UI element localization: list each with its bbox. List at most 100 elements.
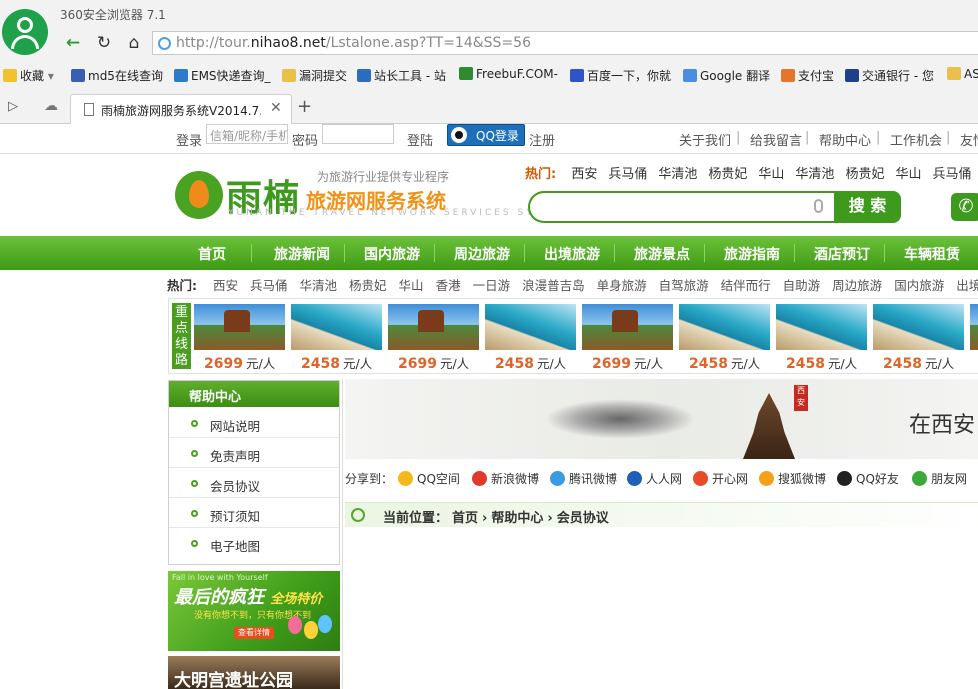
login-button[interactable]: 登陆 — [407, 130, 433, 149]
route-price[interactable]: 2699 元/人 — [398, 353, 469, 372]
user-avatar-icon[interactable] — [2, 9, 48, 55]
password-input[interactable] — [322, 124, 394, 144]
nav-travel-news[interactable]: 旅游新闻 — [274, 244, 330, 264]
hot-link[interactable]: 结伴而行 — [721, 278, 771, 293]
jobs-link[interactable]: 工作机会 — [890, 130, 942, 149]
hot-link[interactable]: 华清池 — [300, 278, 338, 293]
help-center-link[interactable]: 帮助中心 — [819, 130, 871, 149]
hot-link[interactable]: 西安 — [213, 278, 238, 293]
nav-outbound[interactable]: 出境旅游 — [544, 244, 600, 264]
sidebar-toggle-icon[interactable]: ▷ — [8, 99, 18, 114]
message-link[interactable]: 给我留言 — [750, 130, 802, 149]
hot-link[interactable]: 杨贵妃 — [349, 278, 387, 293]
help-item-disclaimer[interactable]: 免责声明 — [169, 438, 339, 468]
bookmark-item[interactable]: FreebuF.COM- — [459, 67, 558, 81]
nav-guide[interactable]: 旅游指南 — [724, 244, 780, 264]
bookmark-favorites[interactable]: 收藏 ▾ — [3, 67, 54, 84]
route-thumbnail[interactable] — [873, 304, 964, 350]
refresh-icon[interactable]: ↻ — [92, 31, 116, 55]
search-input[interactable] — [528, 191, 834, 223]
new-tab-plus-icon[interactable]: + — [297, 96, 312, 117]
hot-link[interactable]: 一日游 — [473, 278, 511, 293]
about-link[interactable]: 关于我们 — [679, 130, 731, 149]
hot-link[interactable]: 杨贵妃 — [845, 167, 884, 182]
help-item-site-info[interactable]: 网站说明 — [169, 408, 339, 438]
close-tab-icon[interactable]: ✕ — [270, 100, 282, 116]
promo-banner-sale[interactable]: Fall in love with Yourself 最后的疯狂 全场特价 没有… — [168, 571, 340, 651]
search-button[interactable]: 搜 索 — [834, 191, 901, 223]
promo-banner-daming-palace[interactable]: 大明宫遗址公园 — [168, 656, 340, 689]
route-price[interactable]: 2699 元/人 — [204, 353, 275, 372]
route-thumbnail[interactable] — [485, 304, 576, 350]
hot-link[interactable]: 西安 — [571, 167, 597, 182]
nav-nearby[interactable]: 周边旅游 — [454, 244, 510, 264]
help-item-booking-notes[interactable]: 预订须知 — [169, 498, 339, 528]
nav-car-rental[interactable]: 车辆租赁 — [904, 244, 960, 264]
hot-link[interactable]: 华山 — [399, 278, 424, 293]
home-icon[interactable]: ⌂ — [122, 31, 146, 55]
page-info-icon[interactable] — [158, 37, 171, 50]
breadcrumb-help[interactable]: 帮助中心 — [491, 511, 543, 526]
share-kaixin[interactable]: 开心网 — [693, 470, 748, 487]
route-thumbnail[interactable] — [194, 304, 285, 350]
hot-link[interactable]: 自助游 — [783, 278, 821, 293]
username-input[interactable]: 信箱/昵称/手机 — [206, 124, 288, 144]
help-item-map[interactable]: 电子地图 — [169, 528, 339, 558]
hot-link[interactable]: 华清池 — [658, 167, 697, 182]
browser-tab-active[interactable]: 雨楠旅游网服务系统V2014.7. ✕ — [70, 94, 292, 124]
hot-link[interactable]: 兵马俑 — [608, 167, 647, 182]
route-price[interactable]: 2699 元/人 — [592, 353, 663, 372]
route-thumbnail[interactable] — [582, 304, 673, 350]
route-thumbnail[interactable] — [291, 304, 382, 350]
route-price[interactable]: 2458 元/人 — [883, 353, 954, 372]
hot-link[interactable]: 国内旅游 — [894, 278, 944, 293]
route-thumbnail[interactable] — [776, 304, 867, 350]
hot-link[interactable]: 华山 — [758, 167, 784, 182]
bookmark-item[interactable]: 交通银行 - 您 — [845, 67, 934, 84]
bookmark-item[interactable]: Google 翻译 — [683, 67, 770, 84]
cloud-icon[interactable]: ☁ — [44, 98, 58, 114]
route-price[interactable]: 2458 元/人 — [786, 353, 857, 372]
share-renren[interactable]: 人人网 — [627, 470, 682, 487]
bookmark-item[interactable]: EMS快递查询_ — [174, 67, 271, 84]
logo-drop-icon[interactable] — [175, 171, 223, 219]
route-price[interactable]: 2458 元/人 — [689, 353, 760, 372]
hot-link[interactable]: 周边旅游 — [832, 278, 882, 293]
bookmark-item[interactable]: md5在线查询 — [71, 67, 163, 84]
route-price[interactable]: 2458 元/人 — [301, 353, 372, 372]
ad-detail-button[interactable]: 查看详情 — [234, 627, 274, 639]
xian-banner[interactable]: 西安 在西安 — [345, 379, 978, 459]
qq-login-button[interactable]: QQ登录 — [447, 124, 525, 146]
bookmark-item[interactable]: 漏洞提交 — [282, 67, 347, 84]
nav-hotel[interactable]: 酒店预订 — [814, 244, 870, 264]
hot-link[interactable]: 华清池 — [795, 167, 834, 182]
register-link[interactable]: 注册 — [529, 130, 555, 149]
hot-link[interactable]: 华山 — [895, 167, 921, 182]
microphone-icon[interactable] — [814, 199, 823, 213]
route-price[interactable]: 2458 元/人 — [495, 353, 566, 372]
address-url[interactable]: http://tour.nihao8.net/Lstalone.asp?TT=1… — [176, 35, 531, 51]
route-thumbnail[interactable] — [970, 304, 978, 350]
hot-link[interactable]: 兵马俑 — [932, 167, 971, 182]
help-item-member-agreement[interactable]: 会员协议 — [169, 468, 339, 498]
route-thumbnail[interactable] — [388, 304, 479, 350]
hot-link[interactable]: 兵马俑 — [250, 278, 288, 293]
share-qq-friend[interactable]: QQ好友 — [837, 470, 899, 487]
share-qzone[interactable]: QQ空间 — [398, 470, 460, 487]
hot-link[interactable]: 浪漫普吉岛 — [522, 278, 585, 293]
hot-link[interactable]: 出境旅游 — [956, 278, 978, 293]
share-tencent-weibo[interactable]: 腾讯微博 — [550, 470, 617, 487]
share-sohu-weibo[interactable]: 搜狐微博 — [759, 470, 826, 487]
hot-link[interactable]: 杨贵妃 — [708, 167, 747, 182]
address-bar[interactable]: http://tour.nihao8.net/Lstalone.asp?TT=1… — [152, 31, 978, 55]
nav-home[interactable]: 首页 — [198, 244, 226, 264]
bookmark-item[interactable]: 百度一下，你就 — [570, 67, 671, 84]
share-sina-weibo[interactable]: 新浪微博 — [472, 470, 539, 487]
bookmark-item[interactable]: 站长工具 - 站 — [357, 67, 446, 84]
back-arrow-icon[interactable]: ← — [61, 31, 85, 55]
bookmark-item[interactable]: 支付宝 — [781, 67, 834, 84]
nav-domestic[interactable]: 国内旅游 — [364, 244, 420, 264]
breadcrumb-home[interactable]: 首页 — [452, 511, 478, 526]
route-thumbnail[interactable] — [679, 304, 770, 350]
hot-link[interactable]: 自驾旅游 — [659, 278, 709, 293]
